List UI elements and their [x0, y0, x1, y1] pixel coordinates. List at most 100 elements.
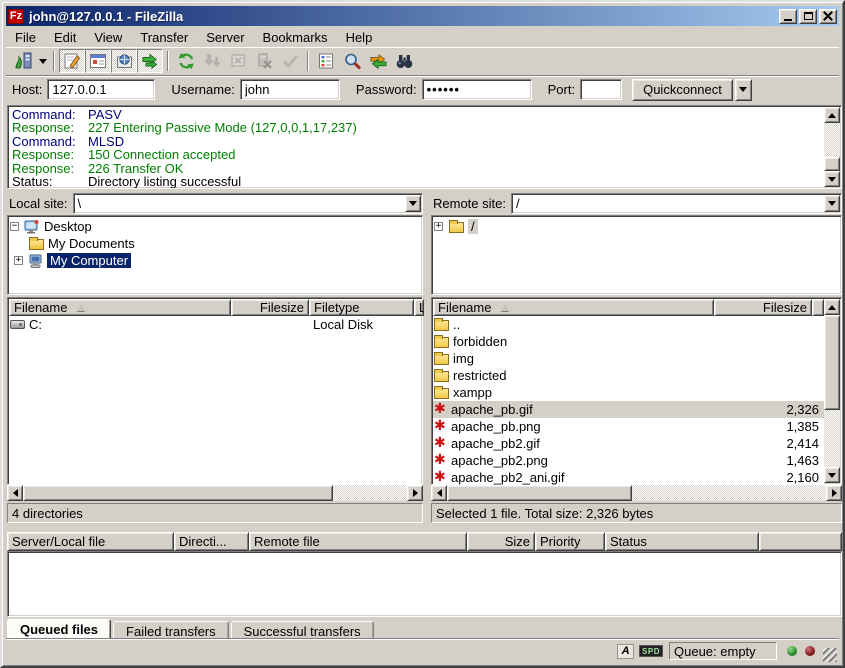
toggle-message-log-button[interactable]	[59, 49, 85, 73]
file-name: apache_pb2.gif	[451, 436, 726, 451]
scroll-up-button[interactable]	[824, 107, 840, 123]
file-row[interactable]: ✱apache_pb2.gif2,414	[433, 435, 824, 452]
menu-file[interactable]: File	[6, 28, 45, 48]
menu-edit[interactable]: Edit	[45, 28, 85, 48]
menu-transfer[interactable]: Transfer	[131, 28, 197, 48]
scroll-left-button[interactable]	[431, 485, 447, 501]
resize-grip[interactable]	[823, 648, 837, 662]
remote-list-scrollbar[interactable]	[824, 299, 840, 483]
maximize-button[interactable]	[799, 9, 817, 24]
column-filesize[interactable]: Filesize	[714, 299, 812, 316]
remote-site-dropdown[interactable]	[824, 195, 840, 212]
tree-label[interactable]: My Documents	[48, 236, 135, 251]
toggle-remote-tree-button[interactable]	[111, 49, 137, 73]
scroll-thumb[interactable]	[447, 485, 632, 501]
file-row[interactable]: forbidden	[433, 333, 824, 350]
scroll-left-button[interactable]	[7, 485, 23, 501]
cancel-operation-button[interactable]	[225, 49, 251, 73]
menu-help[interactable]: Help	[337, 28, 382, 48]
file-row[interactable]: restricted	[433, 367, 824, 384]
remote-site-combo[interactable]: /	[511, 193, 842, 214]
quickconnect-dropdown[interactable]	[735, 79, 752, 101]
file-name: xampp	[453, 385, 726, 400]
toggle-queue-button[interactable]	[137, 49, 163, 73]
transfer-type-icon[interactable]: A	[617, 644, 634, 659]
speed-limit-icon[interactable]: SPD	[639, 645, 663, 657]
menu-view[interactable]: View	[85, 28, 131, 48]
tree-label[interactable]: Desktop	[44, 219, 92, 234]
column-size[interactable]: Size	[467, 532, 535, 551]
log-text: MLSD	[88, 135, 124, 148]
refresh-button[interactable]	[173, 49, 199, 73]
file-row[interactable]: ..	[433, 316, 824, 333]
host-input[interactable]	[47, 79, 155, 100]
tree-label-selected[interactable]: My Computer	[47, 253, 131, 268]
file-row[interactable]: ✱apache_pb.png1,385	[433, 418, 824, 435]
file-row[interactable]: C: Local Disk	[9, 316, 421, 333]
binoculars-icon	[395, 52, 414, 70]
column-filename[interactable]: Filename	[433, 299, 714, 316]
tree-label-root[interactable]: /	[468, 219, 478, 234]
file-row[interactable]: ✱apache_pb2.png1,463	[433, 452, 824, 469]
expand-toggle[interactable]: +	[434, 222, 443, 231]
log-label: Command:	[12, 108, 88, 121]
scroll-thumb[interactable]	[824, 315, 840, 410]
tree-item-my-computer[interactable]: + My Computer	[10, 252, 420, 269]
tab-queued-files[interactable]: Queued files	[7, 619, 111, 640]
scroll-thumb[interactable]	[23, 485, 333, 501]
file-row-selected[interactable]: ✱apache_pb.gif2,326	[433, 401, 824, 418]
column-direction[interactable]: Directi...	[174, 532, 249, 551]
quickconnect-button[interactable]: Quickconnect	[632, 79, 733, 101]
log-scrollbar[interactable]	[824, 107, 840, 187]
scroll-thumb[interactable]	[824, 157, 840, 171]
scroll-up-button[interactable]	[824, 299, 840, 315]
column-remote-file[interactable]: Remote file	[249, 532, 467, 551]
close-button[interactable]	[819, 9, 837, 24]
file-row[interactable]: ✱apache_pb2_ani.gif2,160	[433, 469, 824, 485]
process-queue-icon	[203, 52, 222, 70]
menu-server[interactable]: Server	[197, 28, 253, 48]
disconnect-button[interactable]	[251, 49, 277, 73]
username-input[interactable]	[240, 79, 340, 100]
column-last-modified[interactable]: Last modified	[414, 299, 424, 316]
scroll-down-button[interactable]	[824, 467, 840, 483]
file-row[interactable]: img	[433, 350, 824, 367]
scroll-down-button[interactable]	[824, 171, 840, 187]
file-search-button[interactable]	[339, 49, 365, 73]
port-input[interactable]	[580, 79, 622, 100]
filter-button[interactable]	[313, 49, 339, 73]
file-name: apache_pb.png	[451, 419, 726, 434]
column-filesize[interactable]: Filesize	[231, 299, 309, 316]
column-filename[interactable]: Filename	[9, 299, 231, 316]
scroll-right-button[interactable]	[826, 485, 842, 501]
toggle-local-tree-button[interactable]	[85, 49, 111, 73]
tree-item-my-documents[interactable]: My Documents	[10, 235, 420, 252]
menu-bookmarks[interactable]: Bookmarks	[254, 28, 337, 48]
tree-item-desktop[interactable]: − Desktop	[10, 218, 420, 235]
site-manager-button[interactable]	[10, 49, 36, 73]
site-manager-dropdown[interactable]	[36, 49, 49, 73]
arrow-left-icon	[13, 489, 18, 497]
tree-item-root[interactable]: + /	[434, 218, 839, 235]
scroll-right-button[interactable]	[407, 485, 423, 501]
password-input[interactable]	[422, 79, 532, 100]
file-row[interactable]: xampp	[433, 384, 824, 401]
remote-list-hscrollbar[interactable]	[431, 485, 842, 501]
column-filetype[interactable]: Filetype	[309, 299, 414, 316]
column-priority[interactable]: Priority	[535, 532, 605, 551]
minimize-button[interactable]	[779, 9, 797, 24]
column-server-local-file[interactable]: Server/Local file	[7, 532, 174, 551]
collapse-toggle[interactable]: −	[10, 222, 19, 231]
local-site-combo[interactable]: \	[73, 193, 423, 214]
verify-button[interactable]	[277, 49, 303, 73]
remote-list-body: .. forbidden img restricted xampp ✱apach…	[433, 316, 824, 485]
titlebar[interactable]: Fz john@127.0.0.1 - FileZilla	[6, 6, 839, 26]
local-list-hscrollbar[interactable]	[7, 485, 423, 501]
expand-toggle[interactable]: +	[14, 256, 23, 265]
queue-header: Server/Local file Directi... Remote file…	[7, 532, 842, 551]
process-queue-button[interactable]	[199, 49, 225, 73]
column-status[interactable]: Status	[605, 532, 759, 551]
compare-directories-button[interactable]	[365, 49, 391, 73]
local-site-dropdown[interactable]	[405, 195, 421, 212]
find-files-button[interactable]	[391, 49, 417, 73]
